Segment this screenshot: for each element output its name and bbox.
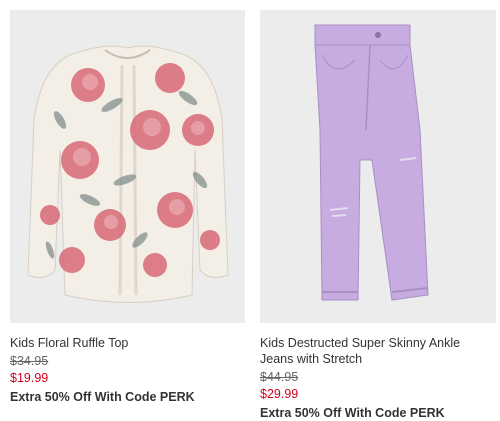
product-name[interactable]: Kids Destructed Super Skinny Ankle Jeans… bbox=[260, 335, 496, 367]
promo-text: Extra 50% Off With Code PERK bbox=[10, 390, 195, 404]
product-image[interactable] bbox=[260, 10, 496, 323]
skinny-jeans-image bbox=[314, 24, 429, 301]
product-info: Kids Floral Ruffle Top $34.95 $19.99 Ext… bbox=[10, 323, 245, 405]
sale-price: $19.99 bbox=[10, 371, 49, 385]
promo-text: Extra 50% Off With Code PERK bbox=[260, 406, 445, 420]
original-price: $44.95 bbox=[260, 370, 299, 384]
product-name[interactable]: Kids Floral Ruffle Top bbox=[10, 335, 245, 351]
sale-price: $29.99 bbox=[260, 387, 299, 401]
product-image[interactable] bbox=[10, 10, 245, 323]
original-price: $34.95 bbox=[10, 354, 49, 368]
floral-top-image bbox=[27, 45, 229, 303]
product-card[interactable]: Kids Floral Ruffle Top $34.95 $19.99 Ext… bbox=[10, 10, 245, 405]
product-card[interactable]: Kids Destructed Super Skinny Ankle Jeans… bbox=[260, 10, 496, 421]
product-info: Kids Destructed Super Skinny Ankle Jeans… bbox=[260, 323, 496, 421]
